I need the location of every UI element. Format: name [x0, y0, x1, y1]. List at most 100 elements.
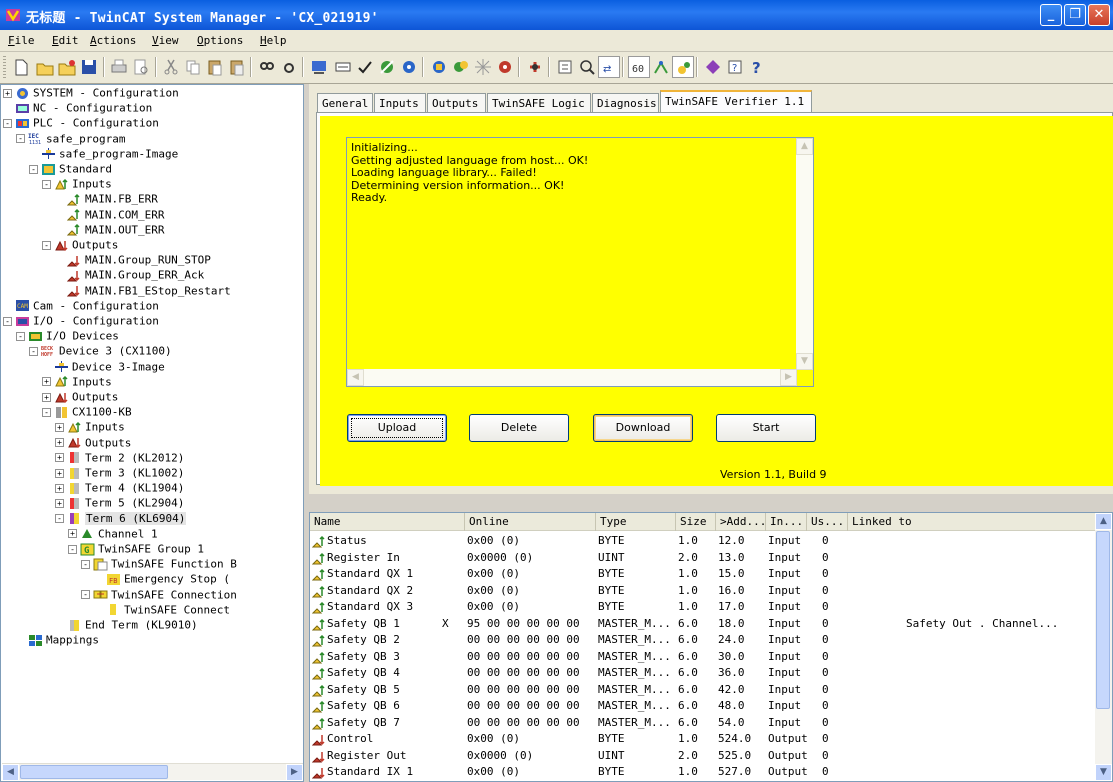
show-sub-items-icon[interactable] [554, 56, 576, 78]
start-button[interactable]: Start [716, 414, 816, 442]
verifier-log[interactable]: Initializing... Getting adjusted languag… [346, 137, 814, 387]
tree-item[interactable]: + Outputs [55, 435, 131, 450]
collapse-icon[interactable]: - [16, 331, 25, 341]
log-scroll-down-button[interactable]: ▼ [796, 353, 813, 370]
table-row[interactable]: Safety QB 7 00 00 00 00 00 00 MASTER_M... 6… [310, 715, 1096, 730]
tab-twinsafe-logic[interactable]: TwinSAFE Logic [487, 93, 591, 112]
close-button[interactable]: ✕ [1088, 4, 1110, 26]
tree-item[interactable]: + Term 2 (KL2012) [55, 450, 184, 465]
tree-item[interactable]: - Standard [29, 161, 112, 176]
new-file-icon[interactable] [10, 56, 32, 78]
table-row[interactable]: Standard QX 2 0x00 (0) BYTE 1.0 16.0 Input 0 [310, 583, 1096, 598]
table-row[interactable]: Standard IX 1 0x00 (0) BYTE 1.0 527.0 Output 0 [310, 764, 1096, 779]
delete-button[interactable]: Delete [469, 414, 569, 442]
menu-options[interactable]: Options [197, 34, 243, 47]
tree-item[interactable]: - Outputs [42, 237, 118, 252]
collapse-icon[interactable]: - [81, 590, 90, 600]
tree-item[interactable]: + Inputs [42, 374, 112, 389]
log-horizontal-scrollbar[interactable]: ◀ ▶ [347, 369, 797, 386]
show-in-safety-icon[interactable] [702, 56, 724, 78]
tree-item[interactable]: - IEC 1131 safe_program [16, 131, 125, 146]
tree-item[interactable]: + Outputs [42, 389, 118, 404]
tree-item[interactable]: - TwinSAFE Function B [81, 556, 237, 571]
check-configuration-icon[interactable] [332, 56, 354, 78]
tree-horizontal-scrollbar[interactable]: ◀ ▶ [2, 763, 303, 781]
table-row[interactable]: Status 0x00 (0) BYTE 1.0 12.0 Input 0 [310, 533, 1096, 548]
grid-scroll-thumb[interactable] [1096, 531, 1110, 709]
copy-icon[interactable] [182, 56, 204, 78]
grid-vertical-scrollbar[interactable]: ▲ ▼ [1095, 513, 1112, 781]
column-header-in-out[interactable]: In... [766, 513, 807, 531]
column-header-user[interactable]: Us... [807, 513, 848, 531]
expand-icon[interactable]: + [55, 422, 64, 432]
expand-icon[interactable]: + [55, 468, 64, 478]
context-help-icon[interactable]: ? [724, 56, 746, 78]
menu-file[interactable]: File [8, 34, 35, 47]
collapse-icon[interactable]: - [42, 179, 51, 189]
tree-item[interactable]: + Term 3 (KL1002) [55, 465, 184, 480]
expand-icon[interactable]: + [55, 483, 64, 493]
scroll-right-button[interactable]: ▶ [286, 764, 303, 781]
tree-item[interactable]: + Term 4 (KL1904) [55, 480, 184, 495]
column-header-address[interactable]: >Add... [716, 513, 766, 531]
tree-item[interactable]: MAIN.FB_ERR [55, 191, 158, 206]
column-header-name[interactable]: Name [310, 513, 465, 531]
expand-icon[interactable]: + [55, 498, 64, 508]
show-io-icon[interactable] [672, 56, 694, 78]
help-icon[interactable]: ? [746, 56, 768, 78]
tree-item[interactable]: + Channel 1 [68, 526, 158, 541]
expand-icon[interactable]: + [42, 392, 51, 402]
collapse-icon[interactable]: - [55, 514, 64, 524]
paste-icon[interactable] [204, 56, 226, 78]
expand-icon[interactable]: + [55, 438, 64, 448]
collapse-icon[interactable]: - [42, 407, 51, 417]
collapse-icon[interactable]: - [3, 316, 12, 326]
menu-edit[interactable]: Edit [52, 34, 79, 47]
collapse-icon[interactable]: - [29, 346, 38, 356]
log-scroll-up-button[interactable]: ▲ [796, 138, 813, 155]
collapse-icon[interactable]: - [81, 559, 90, 569]
column-header-linked-to[interactable]: Linked to [848, 513, 1096, 531]
table-row[interactable]: Register In 0x0000 (0) UINT 2.0 13.0 Input 0 [310, 550, 1096, 565]
collapse-icon[interactable]: - [42, 240, 51, 250]
minimize-button[interactable]: _ [1040, 4, 1062, 26]
open-folder-icon[interactable] [34, 56, 56, 78]
tree-item[interactable]: - I/O - Configuration [3, 313, 159, 328]
toolbar-grip[interactable] [3, 56, 6, 78]
print-icon[interactable] [108, 56, 130, 78]
tree-item[interactable]: FB Emergency Stop ( [94, 571, 230, 586]
table-row[interactable]: Safety QB 6 00 00 00 00 00 00 MASTER_M... 6… [310, 698, 1096, 713]
tree-item[interactable]: - TwinSAFE Connection [81, 587, 237, 602]
tab-outputs[interactable]: Outputs [427, 93, 486, 112]
tree-item[interactable]: safe_program-Image [29, 146, 178, 161]
tree-item[interactable]: MAIN.Group_RUN_STOP [55, 252, 211, 267]
configuration-tree[interactable]: + SYSTEM - Configuration NC - Configuratio… [0, 84, 304, 782]
tree-item[interactable]: End Term (KL9010) [55, 617, 198, 632]
generate-mappings-icon[interactable] [308, 56, 330, 78]
toggle-free-run-icon[interactable] [450, 56, 472, 78]
show-variables-icon[interactable]: ⇄ [598, 56, 620, 78]
append-device-icon[interactable] [524, 56, 546, 78]
tree-item[interactable]: - I/O Devices [16, 328, 119, 343]
tree-item[interactable]: NC - Configuration [3, 100, 152, 115]
scroll-thumb[interactable] [20, 765, 168, 779]
scroll-left-button[interactable]: ◀ [2, 764, 19, 781]
table-row[interactable]: Safety QB 3 00 00 00 00 00 00 MASTER_M... 6… [310, 649, 1096, 664]
grid-scroll-up-button[interactable]: ▲ [1095, 513, 1112, 530]
set-run-mode-icon[interactable] [376, 56, 398, 78]
activate-configuration-icon[interactable] [354, 56, 376, 78]
tree-item[interactable]: TwinSAFE Connect [94, 602, 230, 617]
tab-twinsafe-verifier[interactable]: TwinSAFE Verifier 1.1 [660, 90, 812, 113]
table-row[interactable]: Standard QX 3 0x00 (0) BYTE 1.0 17.0 Input 0 [310, 599, 1096, 614]
tab-diagnosis[interactable]: Diagnosis [592, 93, 659, 112]
tree-item[interactable]: - BECK HOFF Device 3 (CX1100) [29, 343, 172, 358]
tree-item[interactable]: + Term 5 (KL2904) [55, 495, 184, 510]
find-next-icon[interactable] [278, 56, 300, 78]
log-scroll-left-button[interactable]: ◀ [347, 369, 364, 386]
collapse-icon[interactable]: - [16, 134, 25, 144]
tree-item[interactable]: Device 3-Image [42, 359, 165, 374]
variables-grid[interactable]: Name Online Type Size >Add... In... Us..… [309, 512, 1113, 782]
download-button[interactable]: Download [593, 414, 693, 442]
set-config-mode-icon[interactable] [398, 56, 420, 78]
tree-item[interactable]: + SYSTEM - Configuration [3, 85, 179, 100]
